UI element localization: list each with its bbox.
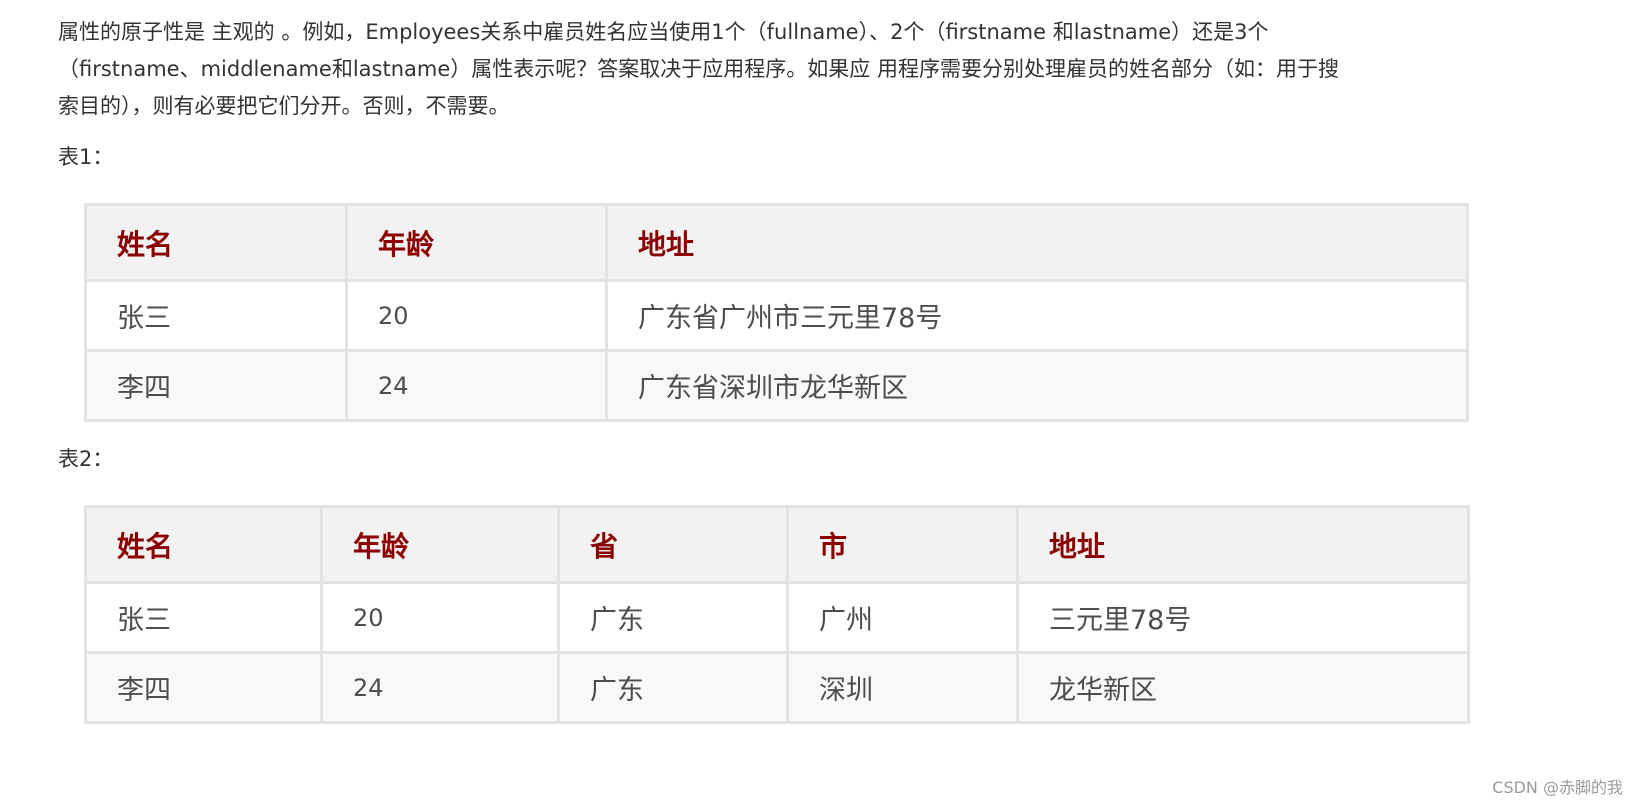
- table-header-cell: 市: [786, 505, 1019, 584]
- table-1-label: 表1：: [58, 145, 114, 169]
- table-2: 姓名 年龄 省 市 地址 张三 20 广东 广州 三元里78号 李四 24 广东…: [84, 505, 1470, 724]
- table-1: 姓名 年龄 地址 张三 20 广东省广州市三元里78号 李四 24 广东省深圳市…: [84, 203, 1469, 422]
- table-row: 张三 20 广东省广州市三元里78号: [84, 279, 1469, 352]
- table-header-cell: 姓名: [84, 203, 348, 282]
- table-row: 张三 20 广东 广州 三元里78号: [84, 581, 1470, 654]
- table-cell: 深圳: [786, 651, 1019, 724]
- table-cell: 广东省广州市三元里78号: [605, 279, 1469, 352]
- table-row: 李四 24 广东省深圳市龙华新区: [84, 349, 1469, 422]
- table-row: 李四 24 广东 深圳 龙华新区: [84, 651, 1470, 724]
- paragraph-line-3: 索目的），则有必要把它们分开。否则，不需要。: [58, 94, 510, 118]
- table-cell: 广东: [557, 651, 789, 724]
- table-header-row: 姓名 年龄 地址: [84, 203, 1469, 282]
- table-cell: 广州: [786, 581, 1019, 654]
- table-header-cell: 姓名: [84, 505, 323, 584]
- table-header-cell: 地址: [1016, 505, 1470, 584]
- table-header-cell: 年龄: [320, 505, 560, 584]
- table-cell: 20: [320, 581, 560, 654]
- table-cell: 24: [345, 349, 608, 422]
- csdn-watermark: CSDN @赤脚的我: [1492, 778, 1623, 797]
- table-cell: 广东省深圳市龙华新区: [605, 349, 1469, 422]
- table-cell: 广东: [557, 581, 789, 654]
- table-header-cell: 省: [557, 505, 789, 584]
- table-cell: 李四: [84, 651, 323, 724]
- paragraph-line-2: （firstname、middlename和lastname）属性表示呢？答案取…: [58, 57, 1339, 81]
- table-2-label: 表2：: [58, 447, 114, 471]
- table-cell: 张三: [84, 581, 323, 654]
- table-header-cell: 地址: [605, 203, 1469, 282]
- table-cell: 李四: [84, 349, 348, 422]
- table-cell: 24: [320, 651, 560, 724]
- intro-paragraph: 属性的原子性是 主观的 。例如，Employees关系中雇员姓名应当使用1个（f…: [58, 14, 1508, 125]
- paragraph-line-1: 属性的原子性是 主观的 。例如，Employees关系中雇员姓名应当使用1个（f…: [58, 20, 1269, 44]
- article-content: 属性的原子性是 主观的 。例如，Employees关系中雇员姓名应当使用1个（f…: [58, 14, 1508, 724]
- table-cell: 龙华新区: [1016, 651, 1470, 724]
- table-cell: 三元里78号: [1016, 581, 1470, 654]
- table-cell: 张三: [84, 279, 348, 352]
- table-header-cell: 年龄: [345, 203, 608, 282]
- table-header-row: 姓名 年龄 省 市 地址: [84, 505, 1470, 584]
- table-cell: 20: [345, 279, 608, 352]
